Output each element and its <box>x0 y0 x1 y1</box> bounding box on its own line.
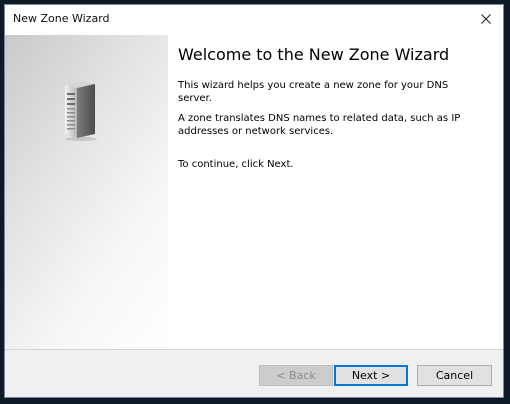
intro-text: This wizard helps you create a new zone … <box>178 80 449 104</box>
next-button[interactable]: Next > <box>334 365 408 386</box>
wizard-window: New Zone Wizard Welcome to the New Zone … <box>4 4 504 398</box>
wizard-content: Welcome to the New Zone Wizard This wiza… <box>178 45 488 171</box>
server-icon <box>65 81 97 141</box>
wizard-banner-panel <box>5 35 168 349</box>
continue-instruction-text: To continue, click Next. <box>178 159 294 170</box>
back-button[interactable]: < Back <box>259 365 333 386</box>
window-title: New Zone Wizard <box>13 12 110 25</box>
zone-description-text: A zone translates DNS names to related d… <box>178 113 461 137</box>
close-button[interactable] <box>471 7 501 31</box>
title-bar: New Zone Wizard <box>5 5 503 34</box>
page-heading: Welcome to the New Zone Wizard <box>178 45 450 64</box>
close-icon <box>481 14 491 24</box>
cancel-button[interactable]: Cancel <box>417 365 492 386</box>
button-bar: < Back Next > Cancel <box>5 350 503 397</box>
